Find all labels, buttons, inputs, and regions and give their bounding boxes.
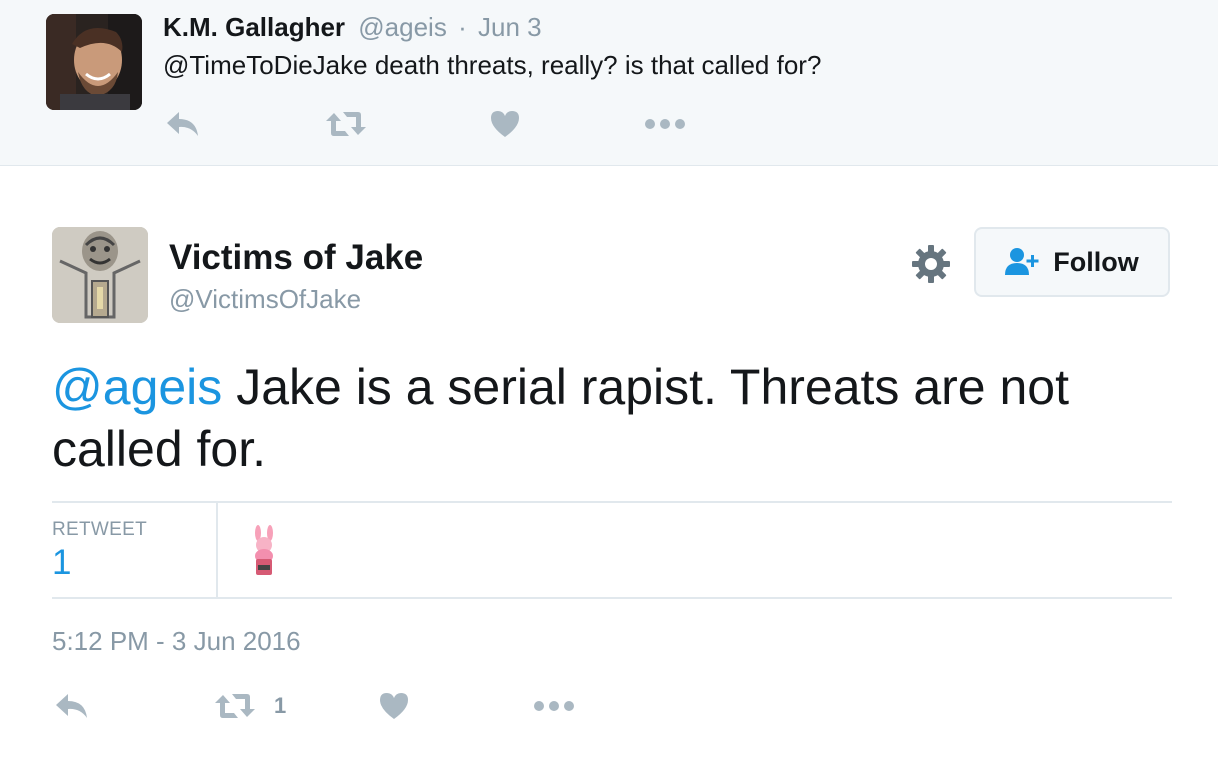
more-button[interactable] bbox=[534, 686, 574, 726]
like-icon bbox=[491, 111, 519, 137]
tweet-actions bbox=[163, 104, 723, 144]
follow-label: Follow bbox=[1053, 246, 1139, 277]
retweet-stat-label: RETWEET bbox=[52, 519, 147, 540]
retweet-icon bbox=[215, 694, 255, 718]
reply-button[interactable] bbox=[54, 686, 90, 726]
separator: · bbox=[458, 12, 467, 42]
add-user-icon bbox=[1005, 248, 1039, 275]
reply-icon bbox=[167, 112, 198, 136]
tweet-date[interactable]: Jun 3 bbox=[478, 12, 542, 42]
retweet-button[interactable] bbox=[325, 104, 367, 144]
more-icon bbox=[645, 119, 685, 129]
tweet-timestamp[interactable]: 5:12 PM - 3 Jun 2016 bbox=[52, 626, 301, 657]
retweet-icon bbox=[326, 112, 366, 136]
user-name[interactable]: Victims of Jake bbox=[169, 238, 423, 278]
like-button[interactable] bbox=[489, 104, 521, 144]
retweet-stat-count: 1 bbox=[52, 543, 72, 582]
avatar-photo bbox=[52, 227, 148, 323]
tweet-stats: RETWEET 1 bbox=[52, 501, 1172, 599]
avatar-photo bbox=[46, 14, 142, 110]
gear-icon bbox=[912, 245, 950, 283]
user-handle[interactable]: @ageis bbox=[358, 12, 447, 42]
bunny-avatar-icon bbox=[255, 525, 273, 575]
retweet-count: 1 bbox=[274, 693, 287, 718]
retweet-stat[interactable]: RETWEET 1 bbox=[52, 503, 218, 597]
more-button[interactable] bbox=[645, 104, 685, 144]
tweet-text: @TimeToDieJake death threats, really? is… bbox=[163, 50, 822, 80]
avatar[interactable] bbox=[46, 14, 142, 110]
tweet-text: @ageis Jake is a serial rapist. Threats … bbox=[52, 356, 1172, 480]
retweeter-avatar[interactable] bbox=[248, 525, 280, 577]
parent-tweet[interactable]: K.M. Gallagher @ageis · Jun 3 @TimeToDie… bbox=[0, 0, 1218, 166]
user-name[interactable]: K.M. Gallagher bbox=[163, 12, 345, 42]
reply-icon bbox=[56, 694, 87, 718]
more-icon bbox=[534, 701, 574, 711]
reply-button[interactable] bbox=[165, 104, 201, 144]
avatar[interactable] bbox=[52, 227, 148, 323]
like-icon bbox=[380, 693, 408, 719]
follow-button[interactable]: Follow bbox=[974, 227, 1170, 297]
settings-button[interactable] bbox=[910, 243, 952, 285]
retweet-button[interactable]: 1 bbox=[214, 686, 286, 726]
user-handle[interactable]: @VictimsOfJake bbox=[169, 284, 361, 315]
like-button[interactable] bbox=[378, 686, 410, 726]
tweet-header: K.M. Gallagher @ageis · Jun 3 bbox=[163, 12, 542, 43]
mention-link[interactable]: @ageis bbox=[52, 359, 222, 415]
tweet-actions: 1 bbox=[52, 686, 612, 728]
